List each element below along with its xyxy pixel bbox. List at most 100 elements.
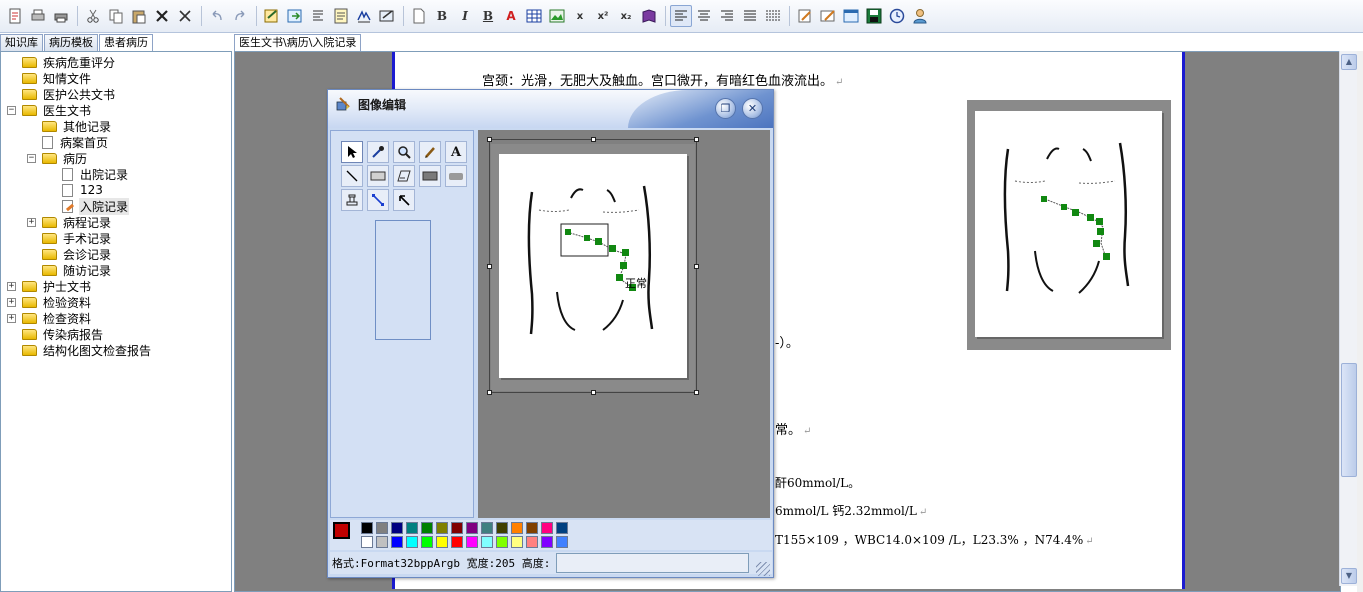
color-swatch[interactable] xyxy=(556,522,568,534)
resize-handle-bl[interactable] xyxy=(487,390,492,395)
color-swatch[interactable] xyxy=(496,536,508,548)
collapse-toggle-icon[interactable]: − xyxy=(7,105,16,115)
expand-toggle-icon[interactable]: + xyxy=(27,217,36,227)
image-selection-box[interactable] xyxy=(487,137,699,395)
color-swatch[interactable] xyxy=(496,522,508,534)
select-arrow-icon[interactable] xyxy=(341,141,363,163)
abdomen-figure[interactable] xyxy=(967,100,1171,350)
zoom-icon[interactable] xyxy=(393,141,415,163)
resize-handle-tr[interactable] xyxy=(694,137,699,142)
collapse-toggle-icon[interactable]: − xyxy=(27,153,36,163)
color-swatch[interactable] xyxy=(541,522,553,534)
current-color-indicator[interactable] xyxy=(333,522,355,546)
color-swatch[interactable] xyxy=(451,522,463,534)
new-icon[interactable] xyxy=(4,5,26,27)
color-swatch[interactable] xyxy=(436,536,448,548)
fraction-icon[interactable]: x xyxy=(569,5,591,27)
color-swatch[interactable] xyxy=(436,522,448,534)
color-swatch[interactable] xyxy=(541,536,553,548)
color-swatch[interactable] xyxy=(361,536,373,548)
expand-toggle-icon[interactable]: + xyxy=(7,313,16,323)
tree-item[interactable]: 疾病危重评分 xyxy=(7,54,116,70)
tab-record-templates[interactable]: 病历模板 xyxy=(44,34,98,51)
line-spacing-icon[interactable] xyxy=(762,5,784,27)
resize-handle-l[interactable] xyxy=(487,264,492,269)
subscript-icon[interactable]: x₂ xyxy=(615,5,637,27)
export-icon[interactable] xyxy=(284,5,306,27)
color-swatch[interactable] xyxy=(391,522,403,534)
color-swatch[interactable] xyxy=(526,536,538,548)
tree-item[interactable]: + 病程记录 xyxy=(27,214,112,230)
table-icon[interactable] xyxy=(523,5,545,27)
resize-handle-r[interactable] xyxy=(694,264,699,269)
resize-handle-b[interactable] xyxy=(591,390,596,395)
print-icon[interactable] xyxy=(27,5,49,27)
edit-form-icon[interactable] xyxy=(261,5,283,27)
color-swatch[interactable] xyxy=(391,536,403,548)
connector-icon[interactable] xyxy=(367,189,389,211)
color-swatch[interactable] xyxy=(526,522,538,534)
color-swatch[interactable] xyxy=(376,522,388,534)
dialog-title-bar[interactable]: 图像编辑 ❐ ✕ xyxy=(328,90,773,128)
resize-handle-br[interactable] xyxy=(694,390,699,395)
tab-admission-record[interactable]: 医生文书\病历\入院记录 xyxy=(234,34,362,51)
stamp-icon[interactable] xyxy=(341,189,363,211)
tree-item[interactable]: − 病历 xyxy=(27,150,88,166)
tree-item[interactable]: 结构化图文检查报告 xyxy=(7,342,152,358)
save-icon[interactable] xyxy=(863,5,885,27)
font-color-icon[interactable]: A xyxy=(500,5,522,27)
blank-page-icon[interactable] xyxy=(408,5,430,27)
text-icon[interactable]: A xyxy=(445,141,467,163)
tree-item[interactable]: + 护士文书 xyxy=(7,278,92,294)
clock-icon[interactable] xyxy=(886,5,908,27)
underline-icon[interactable]: B xyxy=(477,5,499,27)
expand-toggle-icon[interactable]: + xyxy=(7,281,16,291)
filled-rectangle-icon[interactable] xyxy=(419,165,441,187)
tree-item[interactable]: + 检查资料 xyxy=(7,310,92,326)
rectangle-icon[interactable] xyxy=(367,165,389,187)
tree-item[interactable]: 其他记录 xyxy=(27,118,112,134)
superscript-icon[interactable]: x² xyxy=(592,5,614,27)
tree-item[interactable]: − 医生文书 xyxy=(7,102,92,118)
user-icon[interactable] xyxy=(909,5,931,27)
color-swatch[interactable] xyxy=(421,522,433,534)
pencil-icon[interactable] xyxy=(419,141,441,163)
paste-icon[interactable] xyxy=(128,5,150,27)
align-right-icon[interactable] xyxy=(716,5,738,27)
clear-icon[interactable] xyxy=(174,5,196,27)
tree-item[interactable]: 随访记录 xyxy=(27,262,112,278)
tab-knowledge-base[interactable]: 知识库 xyxy=(0,34,43,51)
tree-item[interactable]: 知情文件 xyxy=(7,70,92,86)
resize-handle-tl[interactable] xyxy=(487,137,492,142)
italic-icon[interactable]: I xyxy=(454,5,476,27)
tree-item[interactable]: 出院记录 xyxy=(47,166,129,182)
tab-patient-records[interactable]: 患者病历 xyxy=(99,34,153,51)
line-icon[interactable] xyxy=(341,165,363,187)
eyedropper-icon[interactable] xyxy=(367,141,389,163)
editor-canvas[interactable]: 正常 xyxy=(478,130,770,518)
tree-item[interactable]: 传染病报告 xyxy=(7,326,104,342)
color-swatch[interactable] xyxy=(466,522,478,534)
color-swatch[interactable] xyxy=(481,536,493,548)
rounded-rect-icon[interactable] xyxy=(445,165,467,187)
tree-item[interactable]: 123 xyxy=(47,182,104,198)
color-swatch[interactable] xyxy=(481,522,493,534)
color-swatch[interactable] xyxy=(361,522,373,534)
format-paragraph-icon[interactable] xyxy=(307,5,329,27)
vertical-scrollbar[interactable]: ▲ ▼ xyxy=(1339,51,1357,586)
delete-icon[interactable] xyxy=(151,5,173,27)
undo-icon[interactable] xyxy=(206,5,228,27)
cut-icon[interactable] xyxy=(82,5,104,27)
bold-icon[interactable]: B xyxy=(431,5,453,27)
scroll-down-button[interactable]: ▼ xyxy=(1341,568,1357,584)
color-swatch[interactable] xyxy=(556,536,568,548)
tree-item[interactable]: + 检验资料 xyxy=(7,294,92,310)
screenshot-icon[interactable] xyxy=(376,5,398,27)
edit-note-icon[interactable] xyxy=(794,5,816,27)
resize-handle-t[interactable] xyxy=(591,137,596,142)
pointer-icon[interactable] xyxy=(393,189,415,211)
color-swatch[interactable] xyxy=(421,536,433,548)
close-button[interactable]: ✕ xyxy=(742,98,763,119)
signature-icon[interactable] xyxy=(353,5,375,27)
align-left-icon[interactable] xyxy=(670,5,692,27)
